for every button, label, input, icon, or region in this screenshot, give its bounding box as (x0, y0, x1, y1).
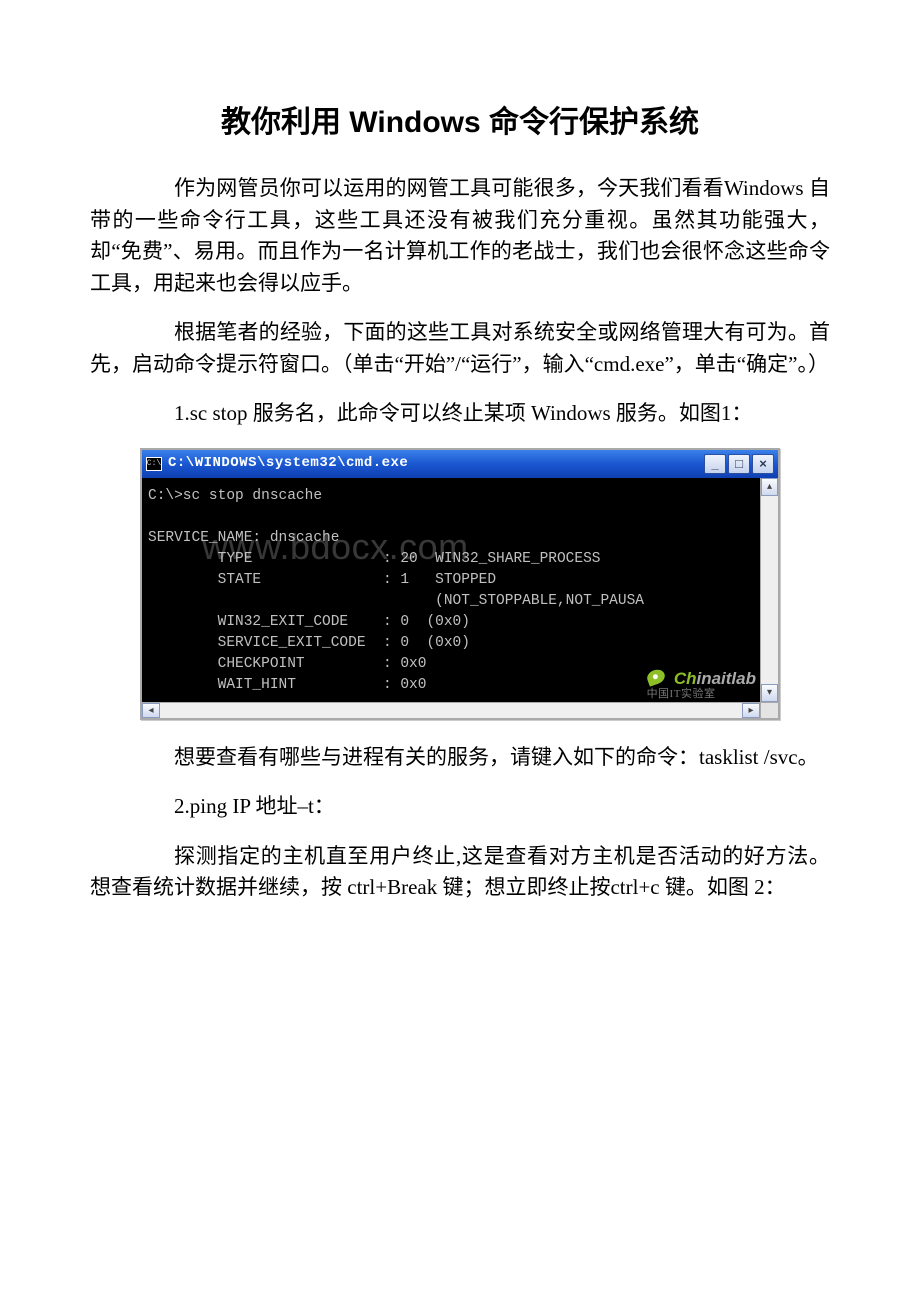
scroll-left-button[interactable]: ◂ (142, 703, 160, 718)
paragraph-1: 作为网管员你可以运用的网管工具可能很多，今天我们看看Windows 自带的一些命… (90, 173, 830, 299)
vertical-scrollbar[interactable]: ▴ ▾ (760, 478, 778, 702)
minimize-button[interactable]: _ (704, 454, 726, 474)
paragraph-4: 想要查看有哪些与进程有关的服务，请键入如下的命令：tasklist /svc。 (90, 742, 830, 774)
scroll-corner (760, 702, 778, 718)
brand-sub: 中国IT实验室 (647, 689, 756, 700)
cmd-window-figure-1: C:\ C:\WINDOWS\system32\cmd.exe _ □ × C:… (140, 448, 780, 720)
paragraph-3: 1.sc stop 服务名，此命令可以终止某项 Windows 服务。如图1： (90, 398, 830, 430)
scroll-down-button[interactable]: ▾ (761, 684, 778, 702)
maximize-button[interactable]: □ (728, 454, 750, 474)
vertical-scroll-track[interactable] (761, 496, 778, 684)
brand-logo: Chinaitlab 中国IT实验室 (647, 667, 756, 700)
scroll-up-button[interactable]: ▴ (761, 478, 778, 496)
close-button[interactable]: × (752, 454, 774, 474)
window-title: C:\WINDOWS\system32\cmd.exe (168, 453, 704, 474)
window-titlebar[interactable]: C:\ C:\WINDOWS\system32\cmd.exe _ □ × (142, 450, 778, 478)
paragraph-5: 2.ping IP 地址–t： (90, 791, 830, 823)
page-title: 教你利用 Windows 命令行保护系统 (90, 100, 830, 145)
brand-top: Chinaitlab (674, 669, 756, 688)
horizontal-scrollbar[interactable]: ◂ ▸ (142, 702, 760, 718)
paragraph-2: 根据笔者的经验，下面的这些工具对系统安全或网络管理大有可为。首先，启动命令提示符… (90, 317, 830, 380)
horizontal-scroll-track[interactable] (160, 703, 742, 718)
paragraph-6: 探测指定的主机直至用户终止,这是查看对方主机是否活动的好方法。想查看统计数据并继… (90, 841, 830, 904)
cmd-icon: C:\ (146, 457, 162, 471)
scroll-right-button[interactable]: ▸ (742, 703, 760, 718)
leaf-icon (645, 667, 667, 686)
